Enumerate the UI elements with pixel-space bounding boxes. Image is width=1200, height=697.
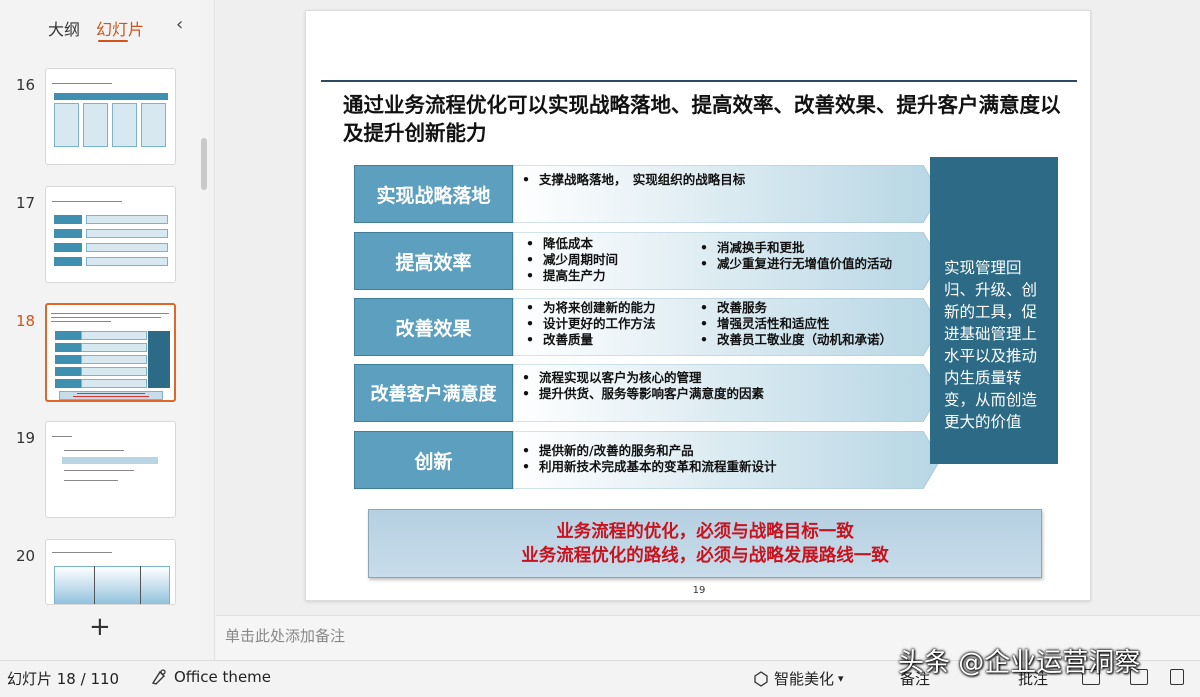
slide-title[interactable]: 通过业务流程优化可以实现战略落地、提高效率、改善效果、提升客户满意度以及提升创新… <box>343 91 1063 147</box>
bullet-item: 提供新的/改善的服务和产品 <box>519 443 839 459</box>
row-arrow-innovation: 提供新的/改善的服务和产品 利用新技术完成基本的变革和流程重新设计 <box>513 431 940 489</box>
collapse-panel-icon[interactable]: ‹ <box>176 14 183 35</box>
bullet-item: 降低成本 <box>523 236 703 252</box>
comments-toggle-button[interactable]: 批注 <box>1018 668 1048 689</box>
theme-name: Office theme <box>174 668 272 686</box>
row-arrow-efficiency: 降低成本 减少周期时间 提高生产力 消减换手和更批 减少重复进行无增值价值的活动 <box>513 232 940 290</box>
theme-icon <box>151 669 166 685</box>
bullet-list-left: 提供新的/改善的服务和产品 利用新技术完成基本的变革和流程重新设计 <box>519 443 839 475</box>
slide-page-number: 19 <box>692 585 706 596</box>
row-arrow-effectiveness: 为将来创建新的能力 设计更好的工作方法 改善质量 改善服务 增强灵活性和适应性 … <box>513 298 940 356</box>
bullet-item: 支撑战略落地， 实现组织的战略目标 <box>519 172 749 188</box>
thumbnail-number: 17 <box>16 194 36 212</box>
bullet-list-left: 为将来创建新的能力 设计更好的工作方法 改善质量 <box>523 300 703 348</box>
bullet-item: 减少重复进行无增值价值的活动 <box>697 256 927 272</box>
tab-outline[interactable]: 大纲 <box>48 16 80 40</box>
notes-pane[interactable]: 单击此处添加备注 <box>216 615 1200 660</box>
bullet-item: 增强灵活性和适应性 <box>697 316 937 332</box>
beautify-icon <box>754 670 768 687</box>
bullet-item: 利用新技术完成基本的变革和流程重新设计 <box>519 459 839 475</box>
summary-side-box[interactable]: 实现管理回归、升级、创新的工具，促进基础管理上水平以及推动内生质量转变，从而创造… <box>930 157 1058 464</box>
bullet-item: 改善服务 <box>697 300 937 316</box>
bullet-item: 为将来创建新的能力 <box>523 300 703 316</box>
chevron-down-icon: ▾ <box>838 672 844 685</box>
add-slide-button[interactable]: + <box>89 614 111 640</box>
title-divider <box>321 80 1077 82</box>
row-arrow-customer-satisfaction: 流程实现以客户为核心的管理 提升供货、服务等影响客户满意度的因素 <box>513 364 940 422</box>
beautify-label: 智能美化 <box>774 670 835 688</box>
banner-line-1: 业务流程的优化，必须与战略目标一致 <box>556 521 854 542</box>
smart-beautify-button[interactable]: 智能美化 ▾ <box>752 668 844 689</box>
tab-slides[interactable]: 幻灯片 <box>96 16 144 40</box>
bullet-item: 流程实现以客户为核心的管理 <box>519 370 809 386</box>
bullet-item: 消减换手和更批 <box>697 240 927 256</box>
slide-sorter-view-icon[interactable] <box>1130 669 1148 685</box>
bullet-item: 改善员工敬业度（动机和承诺） <box>697 332 937 348</box>
row-label-customer-satisfaction[interactable]: 改善客户满意度 <box>354 364 513 422</box>
bullet-list-right: 消减换手和更批 减少重复进行无增值价值的活动 <box>697 240 927 272</box>
bullet-item: 提升供货、服务等影响客户满意度的因素 <box>519 386 809 402</box>
row-label-innovation[interactable]: 创新 <box>354 431 513 489</box>
slide-thumbnail-20[interactable] <box>45 539 176 605</box>
row-label-effectiveness[interactable]: 改善效果 <box>354 298 513 356</box>
row-label-efficiency[interactable]: 提高效率 <box>354 232 513 290</box>
thumbnail-number: 16 <box>16 76 36 94</box>
slide-thumbnail-panel: 大纲 幻灯片 ‹ 16 17 18 19 20 + <box>0 0 215 660</box>
normal-view-icon[interactable] <box>1082 669 1100 685</box>
thumbnail-number: 18 <box>16 312 36 330</box>
conclusion-banner[interactable]: 业务流程的优化，必须与战略目标一致 业务流程优化的路线，必须与战略发展路线一致 <box>368 509 1042 578</box>
slide-counter: 幻灯片 18 / 110 <box>7 670 120 688</box>
bullet-item: 提高生产力 <box>523 268 703 284</box>
active-tab-indicator <box>98 40 128 42</box>
bullet-item: 减少周期时间 <box>523 252 703 268</box>
notes-toggle-button[interactable]: 备注 <box>900 668 930 689</box>
thumbnail-scrollbar[interactable] <box>201 138 207 190</box>
bullet-item: 改善质量 <box>523 332 703 348</box>
slide-thumbnail-18[interactable] <box>45 303 176 402</box>
thumbnail-number: 19 <box>16 429 36 447</box>
bullet-item: 设计更好的工作方法 <box>523 316 703 332</box>
status-bar: 幻灯片 18 / 110 Office theme 智能美化 ▾ 备注 批注 <box>0 660 1200 697</box>
slide-canvas[interactable]: 通过业务流程优化可以实现战略落地、提高效率、改善效果、提升客户满意度以及提升创新… <box>305 10 1091 601</box>
banner-line-2: 业务流程优化的路线，必须与战略发展路线一致 <box>521 545 889 566</box>
bullet-list-left: 流程实现以客户为核心的管理 提升供货、服务等影响客户满意度的因素 <box>519 370 809 402</box>
row-label-strategy[interactable]: 实现战略落地 <box>354 165 513 223</box>
bullet-list-right: 改善服务 增强灵活性和适应性 改善员工敬业度（动机和承诺） <box>697 300 937 348</box>
slide-thumbnail-17[interactable] <box>45 186 176 283</box>
thumbnail-number: 20 <box>16 547 36 565</box>
bullet-list-left: 支撑战略落地， 实现组织的战略目标 <box>519 172 749 188</box>
slide-thumbnail-16[interactable] <box>45 68 176 165</box>
notes-placeholder[interactable]: 单击此处添加备注 <box>225 625 345 646</box>
reading-view-icon[interactable] <box>1170 669 1184 685</box>
bullet-list-left: 降低成本 减少周期时间 提高生产力 <box>523 236 703 284</box>
slide-thumbnail-19[interactable] <box>45 421 176 518</box>
row-arrow-strategy: 支撑战略落地， 实现组织的战略目标 <box>513 165 940 223</box>
theme-button[interactable]: Office theme <box>150 668 271 686</box>
